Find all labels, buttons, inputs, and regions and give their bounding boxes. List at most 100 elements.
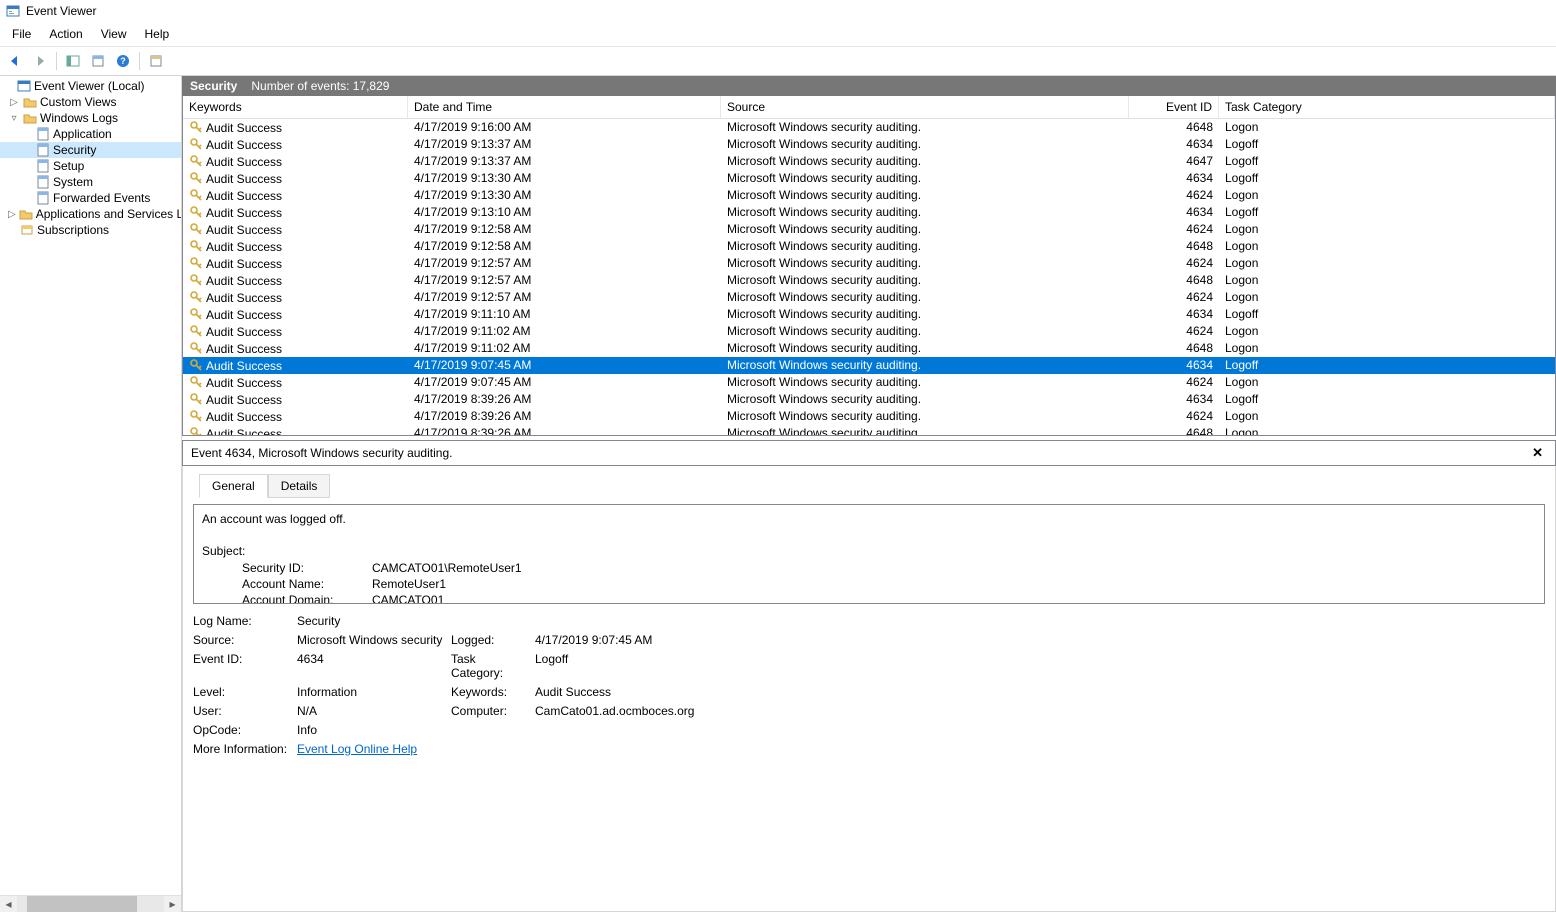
tree-label: Subscriptions [37, 223, 109, 237]
event-row[interactable]: Audit Success4/17/2019 9:13:37 AMMicroso… [183, 153, 1555, 170]
logged-value: 4/17/2019 9:07:45 AM [535, 633, 735, 647]
key-icon [189, 426, 203, 435]
key-icon [189, 154, 203, 168]
event-row[interactable]: Audit Success4/17/2019 9:12:57 AMMicroso… [183, 289, 1555, 306]
back-button[interactable] [4, 50, 26, 72]
col-eventid[interactable]: Event ID [1129, 96, 1219, 118]
tree-label: Applications and Services Lo [36, 207, 181, 221]
expander-icon[interactable]: ▷ [8, 209, 16, 220]
tab-general[interactable]: General [199, 474, 268, 498]
tree-security[interactable]: Security [0, 142, 181, 158]
forward-button[interactable] [29, 50, 51, 72]
scroll-right-icon[interactable]: ▸ [164, 897, 181, 911]
tree-subscriptions[interactable]: Subscriptions [0, 222, 181, 238]
col-task[interactable]: Task Category [1219, 96, 1555, 118]
events-list: Keywords Date and Time Source Event ID T… [182, 96, 1556, 436]
toolbar-separator [139, 52, 140, 70]
event-row[interactable]: Audit Success4/17/2019 9:11:10 AMMicroso… [183, 306, 1555, 323]
event-row[interactable]: Audit Success4/17/2019 9:13:10 AMMicroso… [183, 204, 1555, 221]
tree-system[interactable]: System [0, 174, 181, 190]
detail-body: General Details An account was logged of… [182, 466, 1556, 912]
event-row[interactable]: Audit Success4/17/2019 9:11:02 AMMicroso… [183, 323, 1555, 340]
key-icon [189, 137, 203, 151]
description-box[interactable]: An account was logged off. Subject: Secu… [193, 504, 1545, 604]
event-row[interactable]: Audit Success4/17/2019 9:13:37 AMMicroso… [183, 136, 1555, 153]
key-icon [189, 375, 203, 389]
tree-application[interactable]: Application [0, 126, 181, 142]
event-row[interactable]: Audit Success4/17/2019 9:12:58 AMMicroso… [183, 238, 1555, 255]
col-source[interactable]: Source [721, 96, 1129, 118]
account-domain-label: Account Domain: [242, 592, 372, 604]
tree-label: Security [53, 143, 96, 157]
key-icon [189, 273, 203, 287]
key-icon [189, 290, 203, 304]
window-title: Event Viewer [26, 4, 96, 18]
tree-custom-views[interactable]: ▷ Custom Views [0, 94, 181, 110]
show-hide-tree-button[interactable] [62, 50, 84, 72]
tree-body: Event Viewer (Local) ▷ Custom Views ▿ Wi… [0, 76, 181, 895]
event-row[interactable]: Audit Success4/17/2019 9:11:02 AMMicroso… [183, 340, 1555, 357]
properties-button[interactable] [87, 50, 109, 72]
event-row[interactable]: Audit Success4/17/2019 9:12:57 AMMicroso… [183, 255, 1555, 272]
scroll-thumb[interactable] [27, 896, 137, 912]
menu-action[interactable]: Action [41, 24, 90, 44]
event-row[interactable]: Audit Success4/17/2019 9:12:57 AMMicroso… [183, 272, 1555, 289]
col-date[interactable]: Date and Time [408, 96, 721, 118]
event-row[interactable]: Audit Success4/17/2019 8:39:26 AMMicroso… [183, 391, 1555, 408]
log-icon [36, 191, 50, 205]
scroll-track[interactable] [17, 896, 164, 912]
moreinfo-link[interactable]: Event Log Online Help [297, 742, 417, 756]
tree-label: Event Viewer (Local) [34, 79, 145, 93]
event-row[interactable]: Audit Success4/17/2019 9:07:45 AMMicroso… [183, 357, 1555, 374]
taskcat-label: Task Category: [451, 652, 531, 680]
source-value: Microsoft Windows security [297, 633, 447, 647]
close-detail-button[interactable]: ✕ [1528, 445, 1547, 461]
menu-help[interactable]: Help [137, 24, 178, 44]
event-row[interactable]: Audit Success4/17/2019 8:39:26 AMMicroso… [183, 425, 1555, 435]
user-label: User: [193, 704, 293, 718]
tab-details[interactable]: Details [268, 474, 331, 498]
moreinfo-label: More Information: [193, 742, 293, 756]
expander-icon[interactable]: ▿ [8, 113, 20, 124]
tree-app-services[interactable]: ▷ Applications and Services Lo [0, 206, 181, 222]
tree-setup[interactable]: Setup [0, 158, 181, 174]
event-row[interactable]: Audit Success4/17/2019 9:16:00 AMMicroso… [183, 119, 1555, 136]
menu-file[interactable]: File [4, 24, 39, 44]
log-icon [36, 127, 50, 141]
key-icon [189, 409, 203, 423]
expander-icon[interactable]: ▷ [8, 97, 20, 108]
level-value: Information [297, 685, 447, 699]
tree-windows-logs[interactable]: ▿ Windows Logs [0, 110, 181, 126]
subscriptions-icon [20, 223, 34, 237]
detail-title: Event 4634, Microsoft Windows security a… [191, 446, 452, 460]
event-row[interactable]: Audit Success4/17/2019 9:07:45 AMMicroso… [183, 374, 1555, 391]
folder-icon [23, 95, 37, 109]
tree-horizontal-scrollbar[interactable]: ◂ ▸ [0, 895, 181, 912]
tree-label: Windows Logs [40, 111, 118, 125]
event-row[interactable]: Audit Success4/17/2019 9:13:30 AMMicroso… [183, 170, 1555, 187]
security-id-label: Security ID: [242, 560, 372, 576]
desc-main: An account was logged off. [202, 511, 1536, 527]
account-name-value: RemoteUser1 [372, 576, 446, 592]
help-button[interactable]: ? [112, 50, 134, 72]
key-icon [189, 188, 203, 202]
event-row[interactable]: Audit Success4/17/2019 9:13:30 AMMicroso… [183, 187, 1555, 204]
tree-forwarded[interactable]: Forwarded Events [0, 190, 181, 206]
folder-icon [19, 207, 33, 221]
scroll-left-icon[interactable]: ◂ [0, 897, 17, 911]
tree-label: Forwarded Events [53, 191, 150, 205]
account-domain-value: CAMCATO01 [372, 592, 444, 604]
account-name-label: Account Name: [242, 576, 372, 592]
refresh-button[interactable] [145, 50, 167, 72]
event-row[interactable]: Audit Success4/17/2019 9:12:58 AMMicroso… [183, 221, 1555, 238]
folder-icon [23, 111, 37, 125]
main-area: Event Viewer (Local) ▷ Custom Views ▿ Wi… [0, 76, 1556, 912]
toolbar-separator [56, 52, 57, 70]
title-bar: Event Viewer [0, 0, 1556, 22]
tree-root[interactable]: Event Viewer (Local) [0, 78, 181, 94]
col-keywords[interactable]: Keywords [183, 96, 408, 118]
events-body[interactable]: Audit Success4/17/2019 9:16:00 AMMicroso… [183, 119, 1555, 435]
event-row[interactable]: Audit Success4/17/2019 8:39:26 AMMicroso… [183, 408, 1555, 425]
menu-view[interactable]: View [93, 24, 135, 44]
key-icon [189, 324, 203, 338]
